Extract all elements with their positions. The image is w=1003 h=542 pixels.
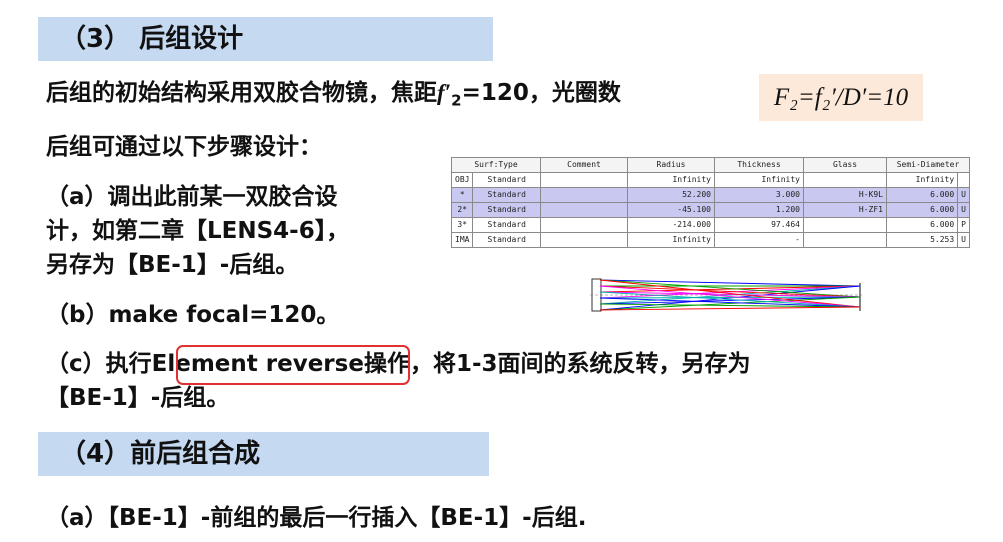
radius-cell: 52.200 — [627, 187, 715, 203]
glass-cell — [803, 232, 887, 248]
flag-cell: P — [957, 217, 970, 233]
lens-table-row[interactable]: * Standard 52.200 3.000 H-K9L 6.000 U — [450, 187, 970, 203]
flag-cell — [957, 172, 970, 188]
lens-data-editor-table: Surf:Type Comment Radius Thickness Glass… — [450, 157, 970, 248]
p2-line: 后组可通过以下步骤设计： — [46, 134, 322, 160]
comment-cell — [540, 187, 628, 203]
thickness-cell: 3.000 — [714, 187, 804, 203]
glass-cell: H-K9L — [803, 187, 887, 203]
type-cell: Standard — [472, 217, 541, 233]
surf-cell: 2* — [450, 202, 474, 218]
element-reverse-highlight-box — [176, 345, 410, 385]
semi-diameter-cell: 6.000 — [885, 187, 959, 203]
radius-cell: Infinity — [627, 232, 715, 248]
semi-diameter-cell: 5.253 — [885, 232, 959, 248]
flag-cell: U — [957, 187, 970, 203]
radius-cell: -214.000 — [627, 217, 715, 233]
lens-table-row[interactable]: IMA Standard Infinity - 5.253 U — [450, 232, 970, 248]
lens-table-row[interactable]: 3* Standard -214.000 97.464 6.000 P — [450, 217, 970, 233]
thickness-cell: - — [714, 232, 804, 248]
thickness-cell: 97.464 — [714, 217, 804, 233]
radius-cell: -45.100 — [627, 202, 715, 218]
step-a-line3: 另存为【BE-1】-后组。 — [46, 252, 299, 278]
type-cell: Standard — [472, 202, 541, 218]
p1-line: 后组的初始结构采用双胶合物镜，焦距f′2=120，光圈数 — [46, 78, 621, 116]
glass-cell — [803, 172, 887, 188]
step-b-line: （b）make focal=120。 — [46, 302, 340, 328]
step-a-line1: （a）调出此前某一双胶合设 — [46, 184, 338, 210]
flag-cell: U — [957, 232, 970, 248]
step-a-line2: 计，如第二章【LENS4-6】， — [46, 218, 350, 244]
col-surf-type: Surf:Type — [451, 157, 541, 173]
p1-suffix: =120，光圈数 — [461, 80, 621, 106]
surf-cell: OBJ — [450, 172, 474, 188]
thickness-cell: 1.200 — [714, 202, 804, 218]
comment-cell — [540, 217, 628, 233]
comment-cell — [540, 232, 628, 248]
section4-title: （4）前后组合成 — [38, 432, 489, 476]
step-c-line2: 【BE-1】-后组。 — [46, 385, 230, 411]
radius-cell: Infinity — [627, 172, 715, 188]
step-c-suffix: 操作，将1-3面间的系统反转，另存为 — [363, 351, 751, 377]
surf-cell: 3* — [450, 217, 474, 233]
semi-diameter-cell: Infinity — [885, 172, 959, 188]
flag-cell: U — [957, 202, 970, 218]
lens-ray-trace-icon — [590, 278, 862, 312]
col-semi-diameter: Semi-Diameter — [886, 157, 970, 173]
comment-cell — [540, 172, 628, 188]
lens-table-header-row: Surf:Type Comment Radius Thickness Glass… — [451, 157, 970, 173]
col-thickness: Thickness — [714, 157, 804, 173]
type-cell: Standard — [472, 187, 541, 203]
step-c-prefix: （c）执行 — [46, 351, 152, 377]
semi-diameter-cell: 6.000 — [885, 217, 959, 233]
type-cell: Standard — [472, 232, 541, 248]
col-glass: Glass — [803, 157, 887, 173]
surf-cell: * — [450, 187, 474, 203]
col-radius: Radius — [627, 157, 715, 173]
thickness-cell: Infinity — [714, 172, 804, 188]
aperture-formula: F₂=f₂′/D′=10 — [759, 74, 923, 121]
p1-prefix: 后组的初始结构采用双胶合物镜，焦距 — [46, 80, 437, 106]
semi-diameter-cell: 6.000 — [885, 202, 959, 218]
section3-title: （3） 后组设计 — [38, 17, 493, 61]
p1-symbol: f′ — [437, 80, 452, 105]
p1-subscript: 2 — [451, 91, 462, 110]
lens-table-row[interactable]: OBJ Standard Infinity Infinity Infinity — [450, 172, 970, 188]
col-comment: Comment — [540, 157, 628, 173]
lens-table-row[interactable]: 2* Standard -45.100 1.200 H-ZF1 6.000 U — [450, 202, 970, 218]
comment-cell — [540, 202, 628, 218]
glass-cell: H-ZF1 — [803, 202, 887, 218]
type-cell: Standard — [472, 172, 541, 188]
step4a-line: （a）【BE-1】-前组的最后一行插入【BE-1】-后组. — [46, 505, 587, 531]
surf-cell: IMA — [450, 232, 474, 248]
glass-cell — [803, 217, 887, 233]
